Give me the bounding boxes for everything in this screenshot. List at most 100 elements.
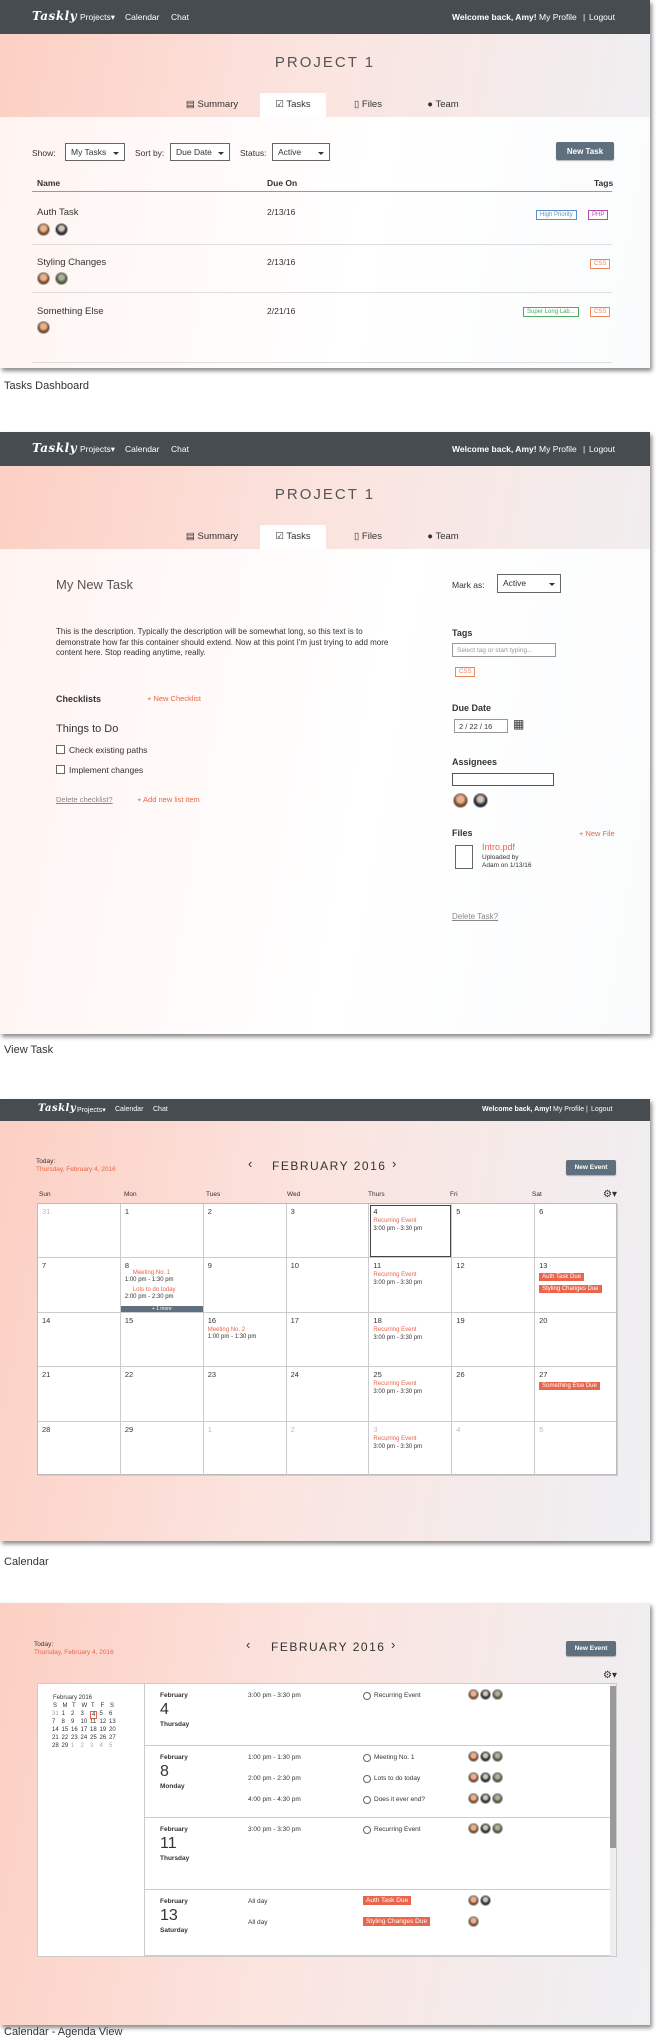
- col-due[interactable]: Due On: [267, 178, 297, 188]
- mini-day[interactable]: 1: [71, 1743, 74, 1749]
- nav-calendar[interactable]: Calendar: [115, 1106, 143, 1113]
- mini-day[interactable]: 21: [52, 1735, 59, 1741]
- event-title[interactable]: Meeting No. 2: [208, 1327, 245, 1333]
- due-date-input[interactable]: 2 / 22 / 16: [454, 719, 508, 733]
- avatar[interactable]: [492, 1689, 503, 1700]
- event-title[interactable]: Recurring Event: [374, 1692, 421, 1699]
- mini-day[interactable]: 15: [62, 1727, 69, 1733]
- mini-day[interactable]: 4: [90, 1711, 98, 1719]
- mini-day[interactable]: 10: [81, 1719, 88, 1725]
- mini-day[interactable]: 23: [71, 1735, 78, 1741]
- today-date[interactable]: Thursday, February 4, 2016: [36, 1166, 116, 1173]
- mini-day[interactable]: 2: [81, 1743, 84, 1749]
- nav-calendar[interactable]: Calendar: [125, 444, 160, 454]
- mini-day[interactable]: 13: [109, 1719, 116, 1725]
- mini-day[interactable]: 3: [81, 1711, 84, 1717]
- task-name[interactable]: Auth Task: [37, 207, 79, 218]
- today-date[interactable]: Thursday, February 4, 2016: [34, 1649, 114, 1656]
- nav-my-profile[interactable]: My Profile: [539, 444, 577, 454]
- avatar[interactable]: [492, 1751, 503, 1762]
- avatar[interactable]: [480, 1823, 491, 1834]
- tab-team[interactable]: ● Team: [420, 93, 466, 117]
- calendar-day-cell[interactable]: 12: [452, 1258, 536, 1313]
- calendar-day-cell[interactable]: 24: [286, 1367, 370, 1422]
- nav-projects[interactable]: Projects▾: [80, 12, 115, 23]
- scrollbar-thumb[interactable]: [610, 1686, 616, 1848]
- calendar-day-cell[interactable]: 4 Recurring Event 3:00 pm - 3:30 pm: [369, 1204, 453, 1259]
- event-title[interactable]: Lots to do today: [133, 1287, 176, 1293]
- calendar-day-cell[interactable]: 25 Recurring Event 3:00 pm - 3:30 pm: [369, 1367, 453, 1422]
- add-list-item-link[interactable]: + Add new list item: [137, 795, 200, 804]
- event-title[interactable]: Recurring Event: [373, 1272, 416, 1278]
- event-title[interactable]: Recurring Event: [374, 1826, 421, 1833]
- calendar-day-cell[interactable]: 2: [286, 1421, 370, 1476]
- mini-day[interactable]: 5: [100, 1711, 103, 1717]
- calendar-day-cell[interactable]: 20: [535, 1312, 618, 1368]
- calendar-day-cell[interactable]: 19: [452, 1312, 536, 1368]
- prev-month-arrow[interactable]: ‹: [248, 1156, 252, 1171]
- mini-day[interactable]: 24: [81, 1735, 88, 1741]
- avatar[interactable]: [468, 1895, 479, 1906]
- calendar-day-cell[interactable]: 2: [203, 1204, 287, 1259]
- mini-day[interactable]: 16: [71, 1727, 78, 1733]
- mini-day[interactable]: 3: [90, 1743, 93, 1749]
- calendar-day-cell[interactable]: 7: [38, 1258, 121, 1313]
- nav-chat[interactable]: Chat: [171, 444, 189, 454]
- event-time[interactable]: 1:00 pm - 1:30 pm: [208, 1334, 257, 1340]
- calendar-day-cell[interactable]: 23: [203, 1367, 287, 1422]
- next-month-arrow[interactable]: ›: [392, 1156, 396, 1171]
- event-title[interactable]: Recurring Event: [373, 1327, 416, 1333]
- calendar-day-cell[interactable]: 5: [535, 1421, 618, 1476]
- calendar-day-cell[interactable]: 22: [120, 1367, 204, 1422]
- mark-as-select[interactable]: Active: [497, 574, 561, 593]
- tags-input[interactable]: Select tag or start typing...: [452, 643, 556, 657]
- event-time[interactable]: 3:00 pm - 3:30 pm: [373, 1444, 422, 1450]
- calendar-day-cell[interactable]: 8 Meeting No. 1 1:00 pm - 1:30 pm Lots to d…: [120, 1258, 204, 1313]
- new-file-link[interactable]: + New File: [579, 829, 615, 838]
- task-name[interactable]: Something Else: [37, 306, 104, 317]
- delete-task-link[interactable]: Delete Task?: [452, 912, 498, 921]
- calendar-day-cell[interactable]: 1: [203, 1421, 287, 1476]
- calendar-day-cell[interactable]: 31: [38, 1204, 121, 1259]
- mini-day[interactable]: 26: [100, 1735, 107, 1741]
- col-name[interactable]: Name: [37, 178, 60, 188]
- nav-my-profile[interactable]: My Profile: [539, 12, 577, 22]
- checklist-checkbox[interactable]: [56, 765, 65, 774]
- task-name[interactable]: Styling Changes: [37, 257, 106, 268]
- tab-team[interactable]: ● Team: [420, 525, 466, 549]
- tab-tasks[interactable]: ☑ Tasks: [260, 93, 326, 117]
- event-time[interactable]: 3:00 pm - 3:30 pm: [373, 1335, 422, 1341]
- event-title[interactable]: Recurring Event: [373, 1381, 416, 1387]
- mini-day[interactable]: 22: [62, 1735, 69, 1741]
- mini-day[interactable]: 1: [62, 1711, 65, 1717]
- file-name-link[interactable]: Intro.pdf: [482, 842, 515, 852]
- mini-day[interactable]: 20: [109, 1727, 116, 1733]
- event-title[interactable]: Meeting No. 1: [374, 1754, 414, 1761]
- task-description[interactable]: This is the description. Typically the d…: [56, 627, 396, 659]
- calendar-icon[interactable]: ▦: [513, 717, 524, 731]
- mini-day[interactable]: 12: [100, 1719, 107, 1725]
- task-title[interactable]: My New Task: [56, 577, 133, 592]
- event-time[interactable]: 2:00 pm - 2:30 pm: [125, 1294, 174, 1300]
- delete-checklist-link[interactable]: Delete checklist?: [56, 795, 113, 804]
- event-badge[interactable]: Something Else Due: [539, 1382, 600, 1391]
- scrollbar[interactable]: [610, 1684, 616, 1956]
- avatar[interactable]: [468, 1793, 479, 1804]
- calendar-day-cell[interactable]: 4: [452, 1421, 536, 1476]
- mini-day[interactable]: 7: [52, 1719, 55, 1725]
- tab-summary[interactable]: ▤ Summary: [182, 93, 242, 117]
- mini-day[interactable]: 6: [109, 1711, 112, 1717]
- mini-day[interactable]: 4: [100, 1743, 103, 1749]
- pdf-file-icon[interactable]: [455, 845, 473, 869]
- calendar-day-cell[interactable]: 13 Auth Task Due Styling Changes Due: [535, 1258, 618, 1313]
- event-title[interactable]: Recurring Event: [373, 1436, 416, 1442]
- mini-day[interactable]: 31: [52, 1711, 59, 1717]
- calendar-day-cell[interactable]: 11 Recurring Event 3:00 pm - 3:30 pm: [369, 1258, 453, 1313]
- tab-tasks[interactable]: ☑ Tasks: [260, 525, 326, 549]
- event-title[interactable]: Recurring Event: [373, 1218, 416, 1224]
- assignee-input[interactable]: [452, 773, 554, 786]
- calendar-day-cell[interactable]: 3: [286, 1204, 370, 1259]
- show-select[interactable]: My Tasks: [65, 143, 125, 161]
- prev-month-arrow[interactable]: ‹: [246, 1637, 250, 1652]
- mini-day[interactable]: 25: [90, 1735, 97, 1741]
